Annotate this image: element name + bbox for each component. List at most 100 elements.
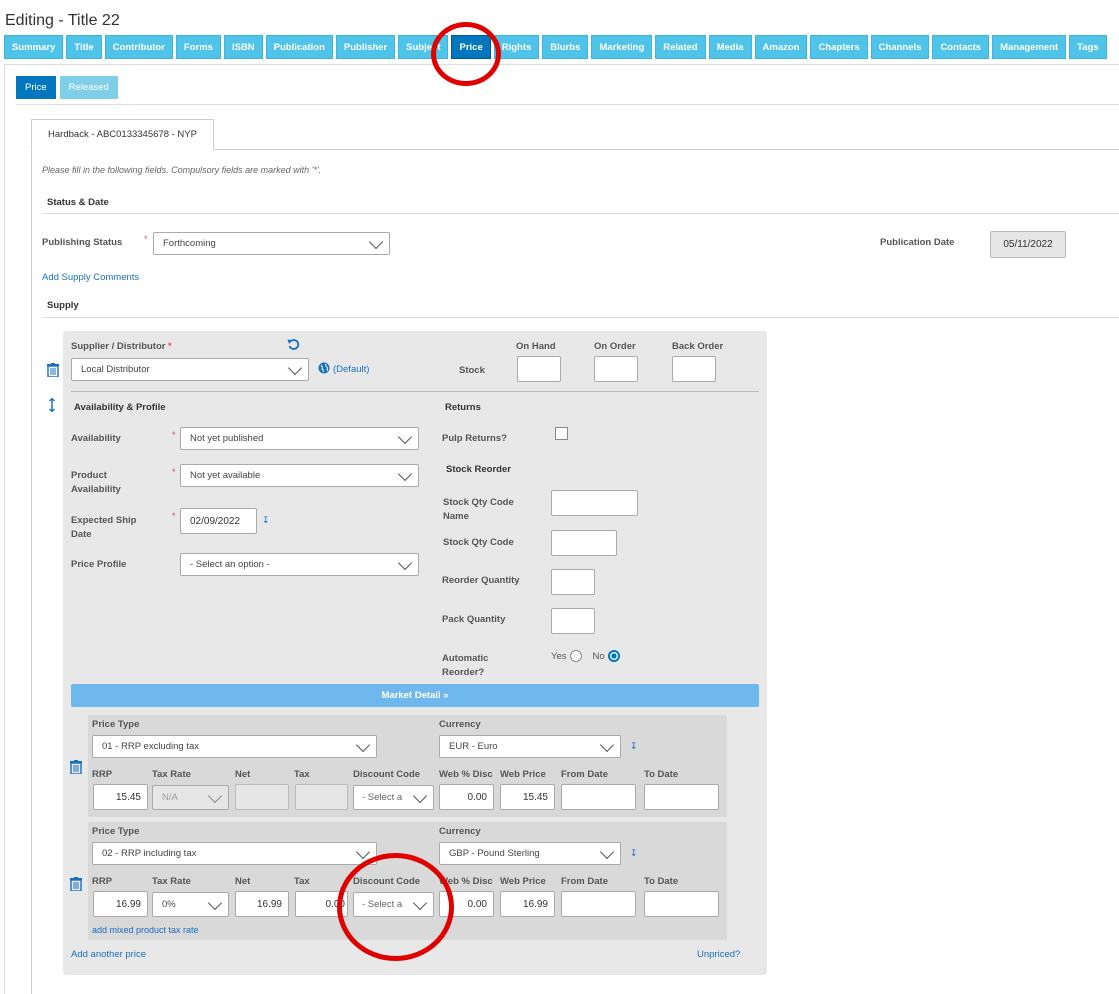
add-supply-comments-link[interactable]: Add Supply Comments xyxy=(42,272,139,283)
divider xyxy=(42,317,1119,318)
reset-icon[interactable] xyxy=(287,338,300,354)
tab-management[interactable]: Management xyxy=(992,35,1067,59)
web-disc-input[interactable]: 0.00 xyxy=(439,784,494,810)
currency-select[interactable]: GBP - Pound Sterling xyxy=(439,842,621,865)
discount-code-header: Discount Code xyxy=(353,769,421,780)
double-chevron-down-icon[interactable]: ↧ xyxy=(630,741,638,752)
tab-title[interactable]: Title xyxy=(66,35,102,59)
chevron-down-icon xyxy=(412,788,428,803)
from-date-input[interactable] xyxy=(561,891,636,917)
product-availability-label: Product Availability xyxy=(71,469,121,497)
automatic-reorder-label-line: Reorder? xyxy=(442,667,485,678)
net-input[interactable]: 16.99 xyxy=(235,891,289,917)
tab-amazon[interactable]: Amazon xyxy=(754,35,808,59)
reorder-quantity-input[interactable] xyxy=(551,569,595,595)
trash-icon[interactable] xyxy=(70,760,82,777)
tab-publisher[interactable]: Publisher xyxy=(335,35,396,59)
stock-qty-code-name-line: Stock Qty Code xyxy=(443,497,514,508)
publishing-status-value: Forthcoming xyxy=(163,238,216,249)
from-date-header: From Date xyxy=(561,769,608,780)
currency-value: EUR - Euro xyxy=(449,741,498,752)
web-price-input[interactable]: 15.45 xyxy=(500,784,555,810)
rrp-input[interactable]: 16.99 xyxy=(93,891,148,917)
tab-contacts[interactable]: Contacts xyxy=(932,35,990,59)
radio-yes[interactable] xyxy=(569,650,582,662)
price-type-value: 01 - RRP excluding tax xyxy=(102,741,199,752)
price-type-select[interactable]: 01 - RRP excluding tax xyxy=(92,735,377,758)
on-order-input[interactable] xyxy=(594,356,638,382)
tab-related[interactable]: Related xyxy=(655,35,706,59)
net-input[interactable] xyxy=(235,784,289,810)
trash-icon[interactable] xyxy=(70,877,82,894)
product-availability-label-line: Product xyxy=(71,470,107,481)
supplier-label-text: Supplier / Distributor xyxy=(71,341,166,352)
move-vertical-icon[interactable] xyxy=(49,397,55,415)
unpriced-link[interactable]: Unpriced? xyxy=(697,949,740,960)
tab-contributor[interactable]: Contributor xyxy=(104,35,173,59)
publishing-status-select[interactable]: Forthcoming xyxy=(153,232,390,255)
required-marker: * xyxy=(144,234,148,244)
radio-no[interactable] xyxy=(607,650,620,662)
expected-ship-label-line: Date xyxy=(71,529,92,540)
price-profile-select[interactable]: - Select an option - xyxy=(180,553,419,576)
publication-date-field[interactable]: 05/11/2022 xyxy=(990,231,1066,258)
price-type-select[interactable]: 02 - RRP including tax xyxy=(92,842,377,865)
pack-quantity-label: Pack Quantity xyxy=(442,614,506,625)
chevron-down-icon xyxy=(368,234,384,249)
subtab-released[interactable]: Released xyxy=(59,76,118,99)
subtab-price[interactable]: Price xyxy=(16,76,56,99)
web-disc-header: Web % Disc xyxy=(439,769,493,780)
publication-date-label: Publication Date xyxy=(880,237,955,248)
tab-chapters[interactable]: Chapters xyxy=(810,35,868,59)
tab-summary[interactable]: Summary xyxy=(4,35,64,59)
tax-input[interactable] xyxy=(295,784,348,810)
stock-qty-code-name-input[interactable] xyxy=(551,490,638,516)
supply-heading: Supply xyxy=(47,300,79,311)
from-date-input[interactable] xyxy=(561,784,636,810)
page-title: Editing - Title 22 xyxy=(5,12,120,29)
tax-rate-select[interactable]: 0% xyxy=(152,892,229,917)
net-header: Net xyxy=(235,876,251,887)
expected-ship-date-input[interactable]: 02/09/2022 xyxy=(180,508,257,534)
rrp-input[interactable]: 15.45 xyxy=(93,784,148,810)
double-chevron-down-icon[interactable]: ↧ xyxy=(630,848,638,859)
tab-marketing[interactable]: Marketing xyxy=(591,35,653,59)
tab-blurbs[interactable]: Blurbs xyxy=(542,35,589,59)
to-date-input[interactable] xyxy=(644,784,719,810)
tab-tags[interactable]: Tags xyxy=(1069,35,1107,59)
stock-qty-code-label: Stock Qty Code xyxy=(443,537,514,548)
market-detail-bar[interactable]: Market Detail » xyxy=(71,684,759,707)
chevron-down-icon xyxy=(287,360,303,375)
currency-select[interactable]: EUR - Euro xyxy=(439,735,621,758)
tax-rate-header: Tax Rate xyxy=(152,876,191,887)
tax-header: Tax xyxy=(294,769,310,780)
double-chevron-down-icon[interactable]: ↧ xyxy=(262,515,270,526)
web-price-input[interactable]: 16.99 xyxy=(500,891,555,917)
to-date-input[interactable] xyxy=(644,891,719,917)
tax-header: Tax xyxy=(294,876,310,887)
tab-media[interactable]: Media xyxy=(708,35,752,59)
supplier-select[interactable]: Local Distributor xyxy=(71,358,309,381)
tax-rate-select[interactable]: N/A xyxy=(152,785,229,810)
returns-heading: Returns xyxy=(445,402,481,413)
pack-quantity-input[interactable] xyxy=(551,608,595,634)
required-marker: * xyxy=(165,341,172,351)
back-order-input[interactable] xyxy=(672,356,716,382)
default-link[interactable]: (Default) xyxy=(333,364,369,375)
add-mixed-tax-link[interactable]: add mixed product tax rate xyxy=(92,925,199,935)
tab-channels[interactable]: Channels xyxy=(870,35,930,59)
on-hand-input[interactable] xyxy=(517,356,561,382)
stock-qty-code-input[interactable] xyxy=(551,530,617,556)
trash-icon[interactable] xyxy=(47,363,59,380)
product-availability-value: Not yet available xyxy=(190,470,261,481)
chevron-down-icon xyxy=(355,844,371,859)
product-availability-select[interactable]: Not yet available xyxy=(180,464,419,487)
add-another-price-link[interactable]: Add another price xyxy=(71,949,146,960)
availability-select[interactable]: Not yet published xyxy=(180,427,419,450)
tab-forms[interactable]: Forms xyxy=(175,35,221,59)
pulp-returns-checkbox[interactable] xyxy=(555,427,568,440)
product-tab[interactable]: Hardback - ABC0133345678 - NYP xyxy=(31,119,214,150)
discount-code-select[interactable]: - Select a xyxy=(353,785,434,810)
tab-isbn[interactable]: ISBN xyxy=(223,35,263,59)
tab-publication[interactable]: Publication xyxy=(265,35,333,59)
